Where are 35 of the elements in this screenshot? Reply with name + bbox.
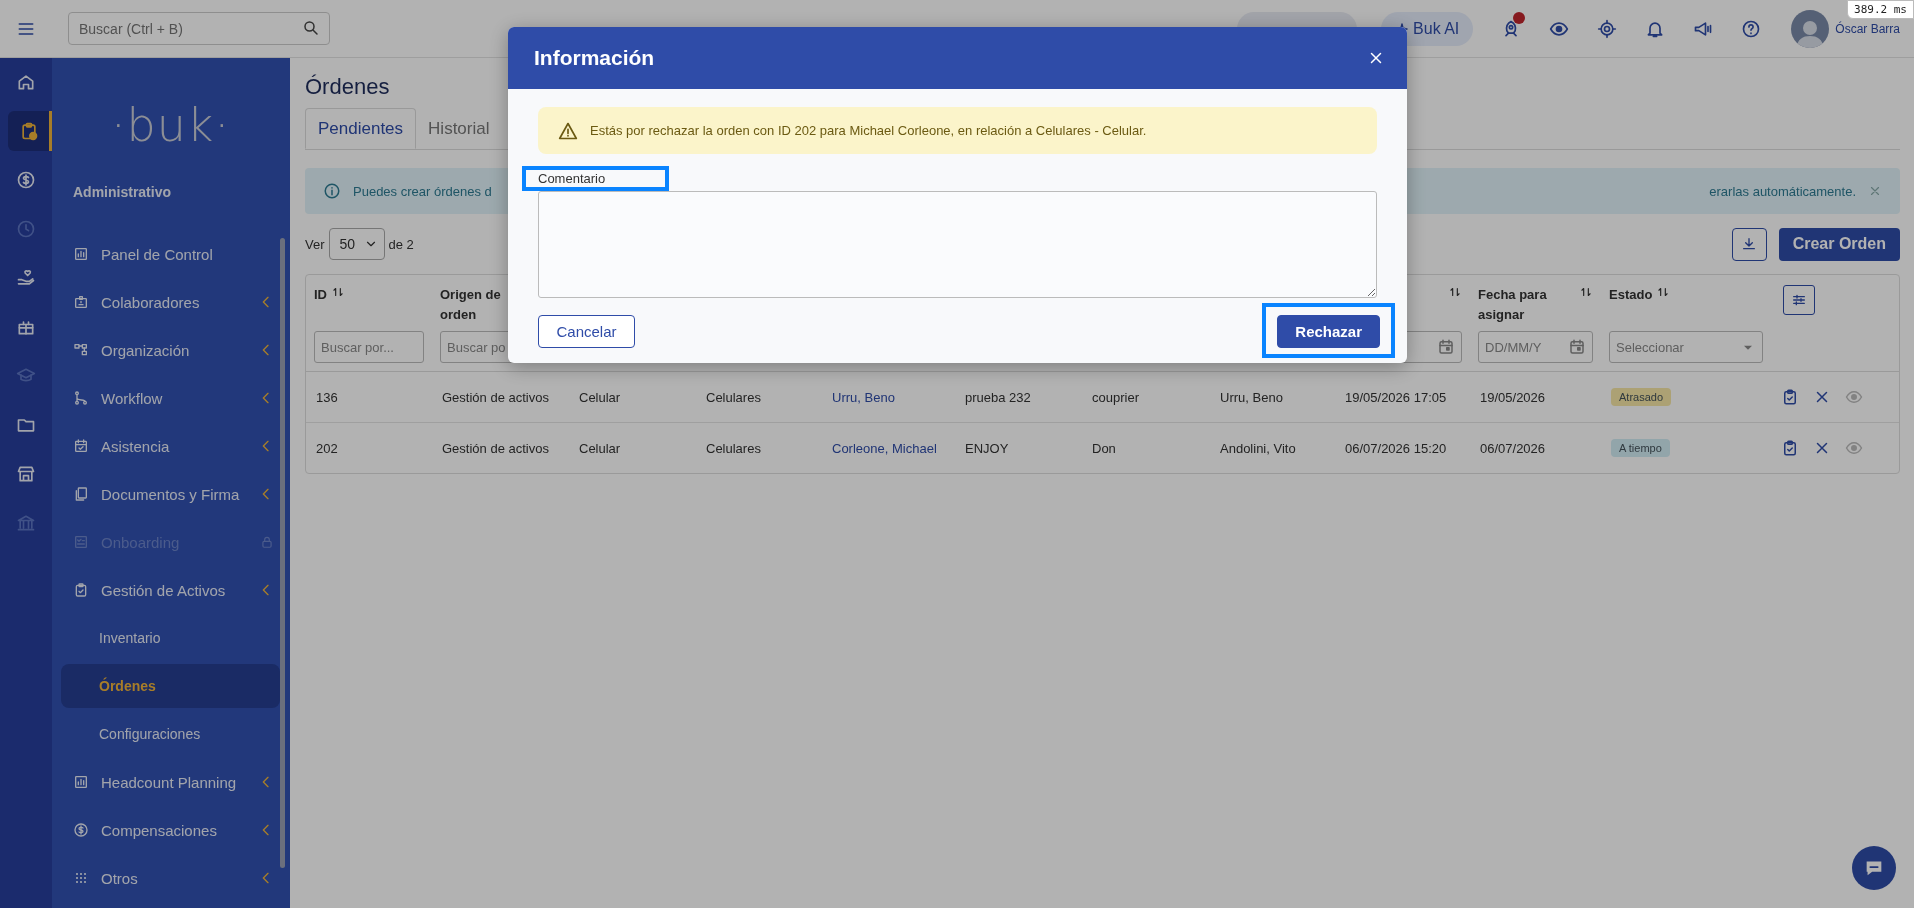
- column-header: Estado: [1609, 286, 1653, 304]
- table-cell: Gestión de activos: [442, 389, 549, 405]
- table-cell: Celular: [579, 389, 621, 405]
- table-cell: 19/05/2026: [1480, 389, 1546, 405]
- section-heading: Administrativo: [73, 184, 172, 200]
- table-cell: 136: [316, 389, 338, 405]
- alert-text: erarlas automáticamente.: [1709, 183, 1856, 199]
- timing-badge: 389.2 ms: [1847, 0, 1914, 19]
- alert-text: Puedes crear órdenes d: [353, 183, 492, 199]
- column-header: Origen de orden: [440, 286, 502, 324]
- table-cell: Don: [1092, 440, 1116, 456]
- table-cell: Gestión de activos: [442, 440, 549, 456]
- table-cell: ENJOY: [965, 440, 1009, 456]
- logo: ·buk·: [109, 98, 232, 152]
- user-name: Óscar Barra: [1835, 21, 1900, 36]
- table-cell: Celular: [579, 440, 621, 456]
- pager-label: Ver: [305, 236, 325, 252]
- pager-label: de 2: [388, 236, 414, 252]
- column-header: ID: [314, 286, 327, 304]
- table-cell: 06/07/2026: [1480, 440, 1546, 456]
- status-tag: Atrasado: [1611, 388, 1672, 406]
- page-title: Órdenes: [305, 74, 391, 100]
- table-cell: couprier: [1092, 389, 1139, 405]
- table-cell: Celulares: [706, 440, 761, 456]
- column-header: Fecha para asignar: [1478, 286, 1548, 324]
- table-cell: 19/05/2026 17:05: [1345, 389, 1447, 405]
- table-cell: 202: [316, 440, 338, 456]
- table-cell: Urru, Beno: [1220, 389, 1283, 405]
- table-cell: prueba 232: [965, 389, 1031, 405]
- dialog-title: Información: [534, 46, 655, 70]
- table-cell: Celulares: [706, 389, 761, 405]
- table-cell: 06/07/2026 15:20: [1345, 440, 1447, 456]
- status-tag: A tiempo: [1611, 439, 1670, 457]
- table-cell: Andolini, Vito: [1220, 440, 1296, 456]
- warning-text: Estás por rechazar la orden con ID 202 para Michael Corleone, en relación a Celulares - Celular.: [590, 123, 1147, 138]
